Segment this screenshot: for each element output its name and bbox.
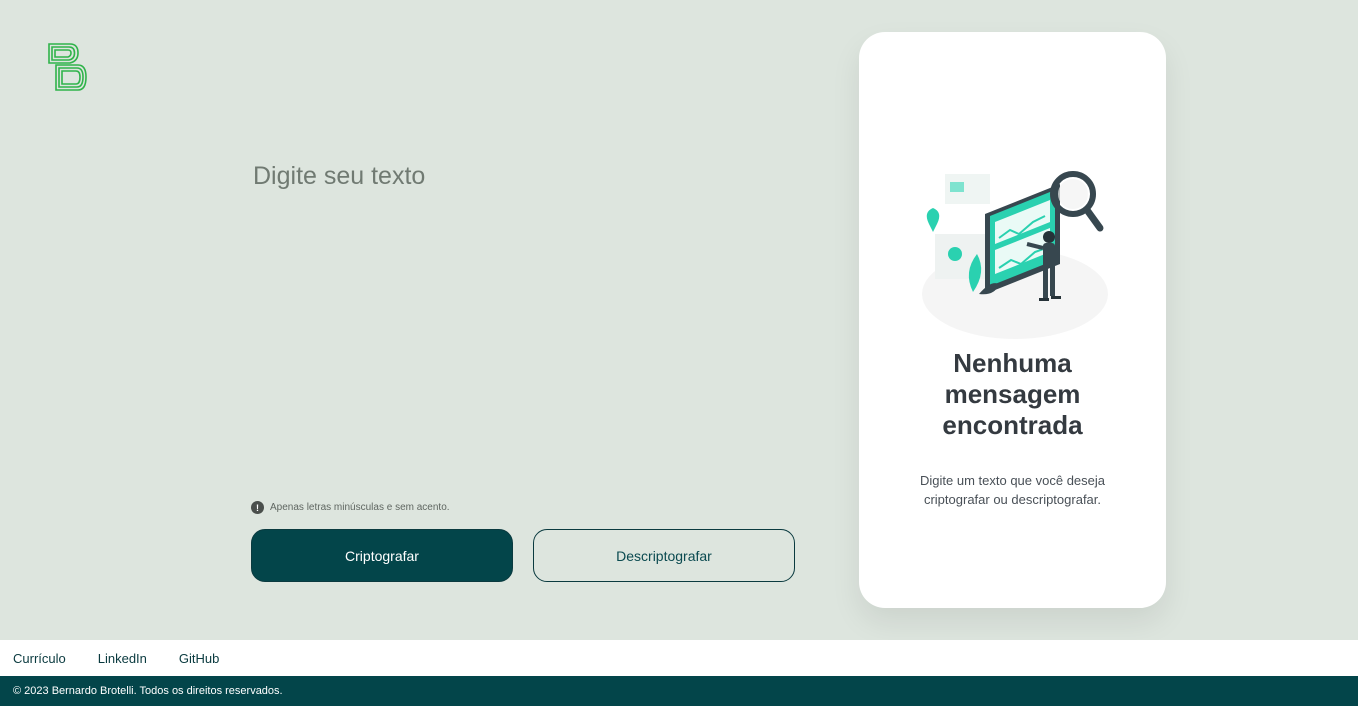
decrypt-button[interactable]: Descriptografar (533, 529, 795, 582)
output-card: Nenhuma mensagem encontrada Digite um te… (859, 32, 1166, 608)
message-input[interactable] (251, 160, 796, 480)
copyright-bar: © 2023 Bernardo Brotelli. Todos os direi… (0, 676, 1358, 706)
footer-link-curriculo[interactable]: Currículo (13, 651, 66, 666)
hint-text: Apenas letras minúsculas e sem acento. (270, 502, 450, 513)
footer-link-linkedin[interactable]: LinkedIn (98, 651, 147, 666)
bb-logo-icon (48, 43, 87, 91)
footer-links: Currículo LinkedIn GitHub (0, 640, 1358, 676)
input-hint: ! Apenas letras minúsculas e sem acento. (251, 501, 450, 514)
magnifier-illustration (922, 171, 1108, 339)
empty-state-description: Digite um texto que você deseja criptogr… (920, 473, 1105, 507)
encrypt-button[interactable]: Criptografar (251, 529, 513, 582)
copyright-text: © 2023 Bernardo Brotelli. Todos os direi… (13, 685, 283, 697)
footer-link-github[interactable]: GitHub (179, 651, 219, 666)
empty-state-title: Nenhuma mensagem encontrada (942, 348, 1083, 440)
warning-icon: ! (251, 501, 264, 514)
